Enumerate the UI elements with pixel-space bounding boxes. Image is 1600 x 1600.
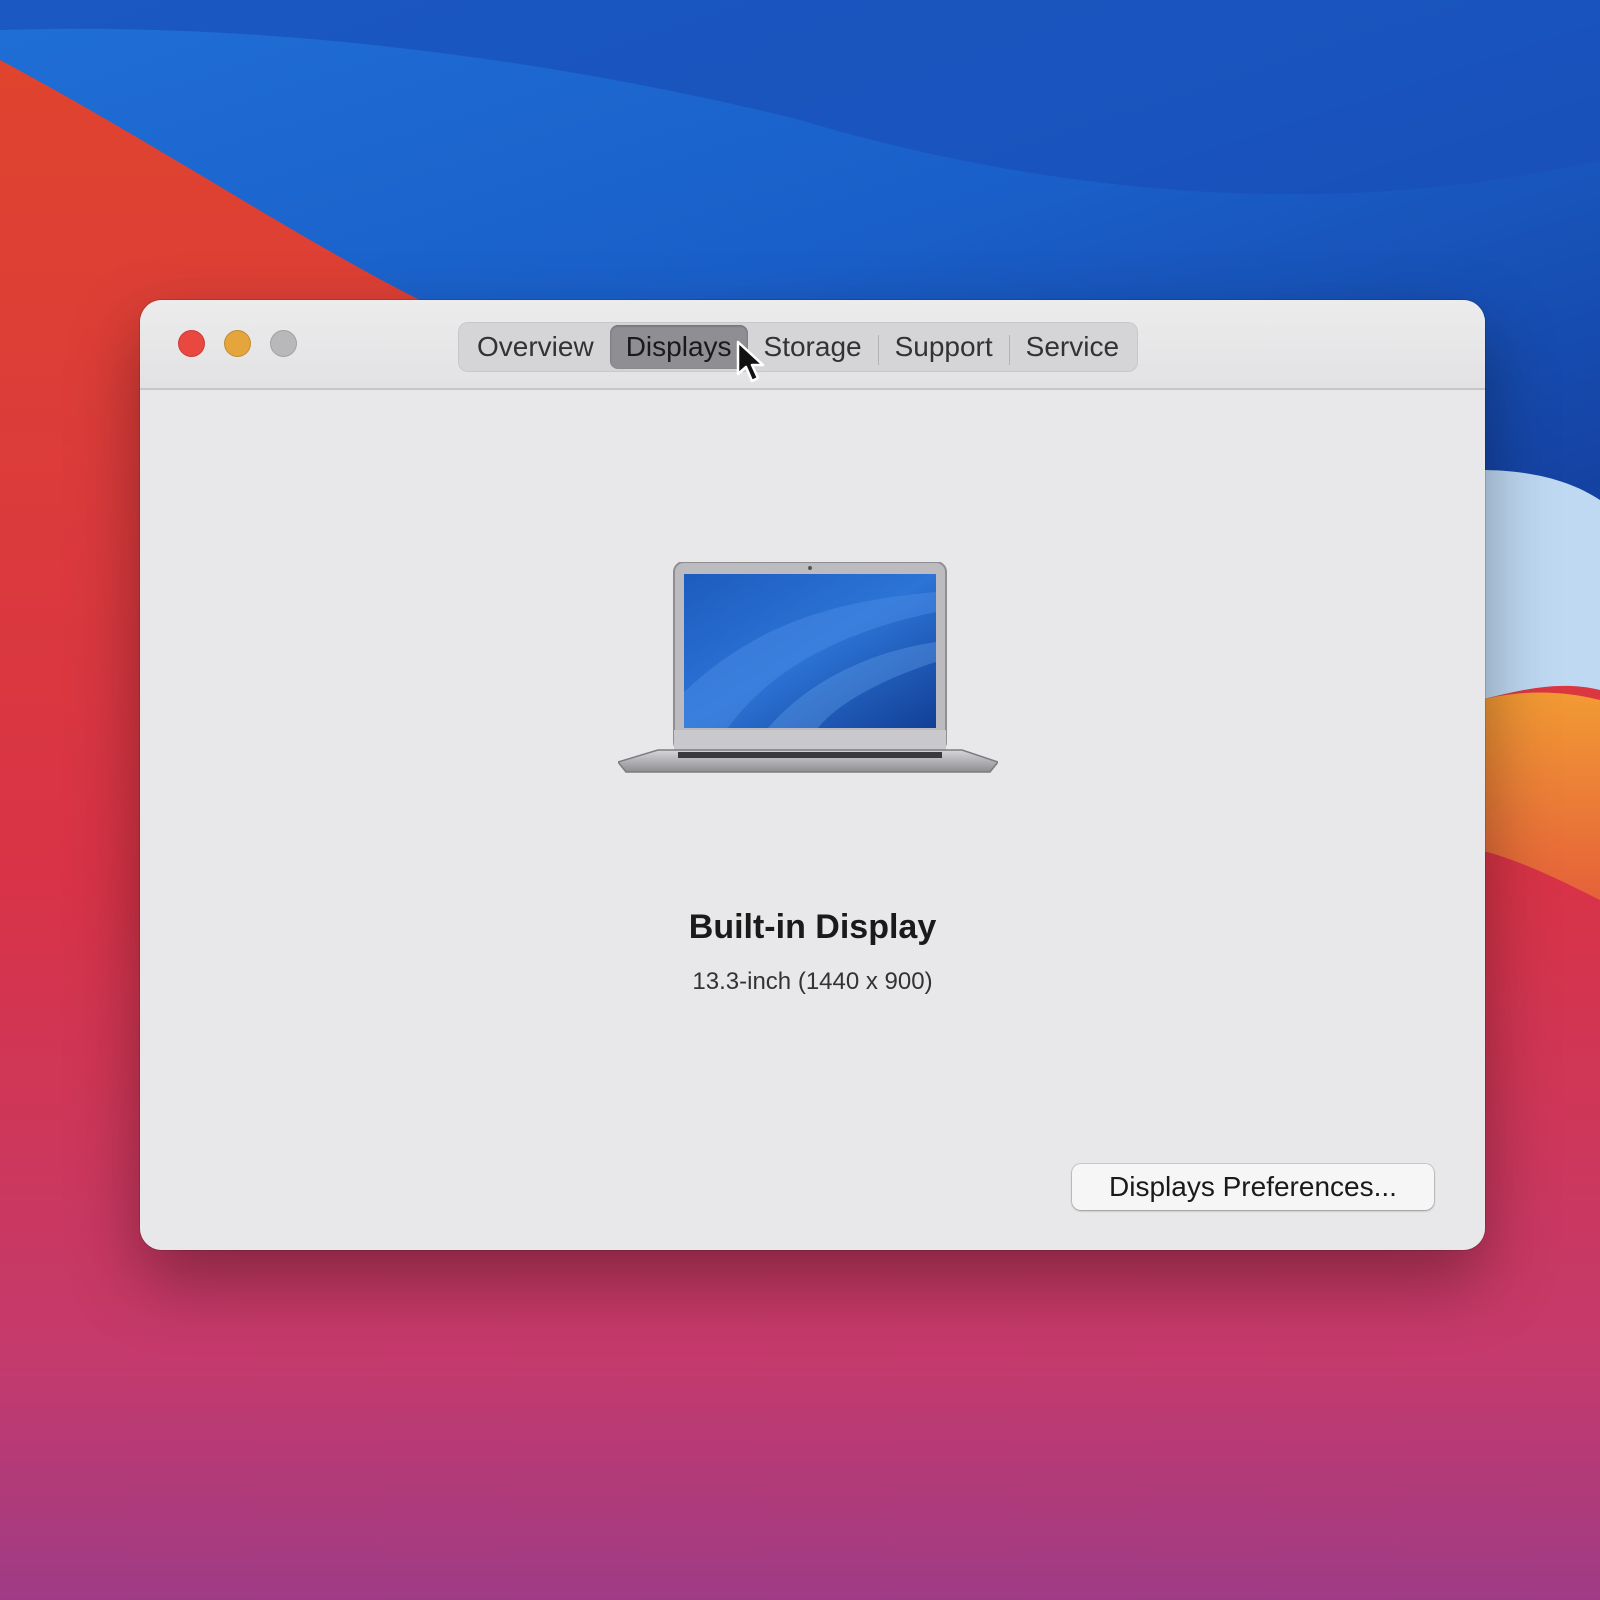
zoom-button[interactable]	[270, 330, 297, 357]
displays-preferences-button[interactable]: Displays Preferences...	[1072, 1164, 1434, 1210]
display-resolution: 13.3-inch (1440 x 900)	[692, 968, 933, 995]
close-button[interactable]	[178, 330, 205, 357]
tab-displays[interactable]: Displays	[609, 325, 748, 369]
displays-panel: Built-in Display 13.3-inch (1440 x 900) …	[140, 390, 1485, 1250]
minimize-button[interactable]	[224, 330, 251, 357]
display-name: Built-in Display	[688, 908, 937, 946]
tab-bar: Overview Displays Storage Support Servic…	[458, 322, 1139, 372]
tab-storage[interactable]: Storage	[748, 325, 878, 369]
tab-service[interactable]: Service	[1010, 325, 1135, 369]
laptop-icon	[618, 562, 998, 773]
about-this-mac-window: Overview Displays Storage Support Servic…	[140, 300, 1485, 1250]
mouse-cursor-icon	[736, 340, 765, 383]
tab-support[interactable]: Support	[879, 325, 1009, 369]
tab-overview[interactable]: Overview	[461, 325, 610, 369]
titlebar: Overview Displays Storage Support Servic…	[140, 300, 1485, 390]
